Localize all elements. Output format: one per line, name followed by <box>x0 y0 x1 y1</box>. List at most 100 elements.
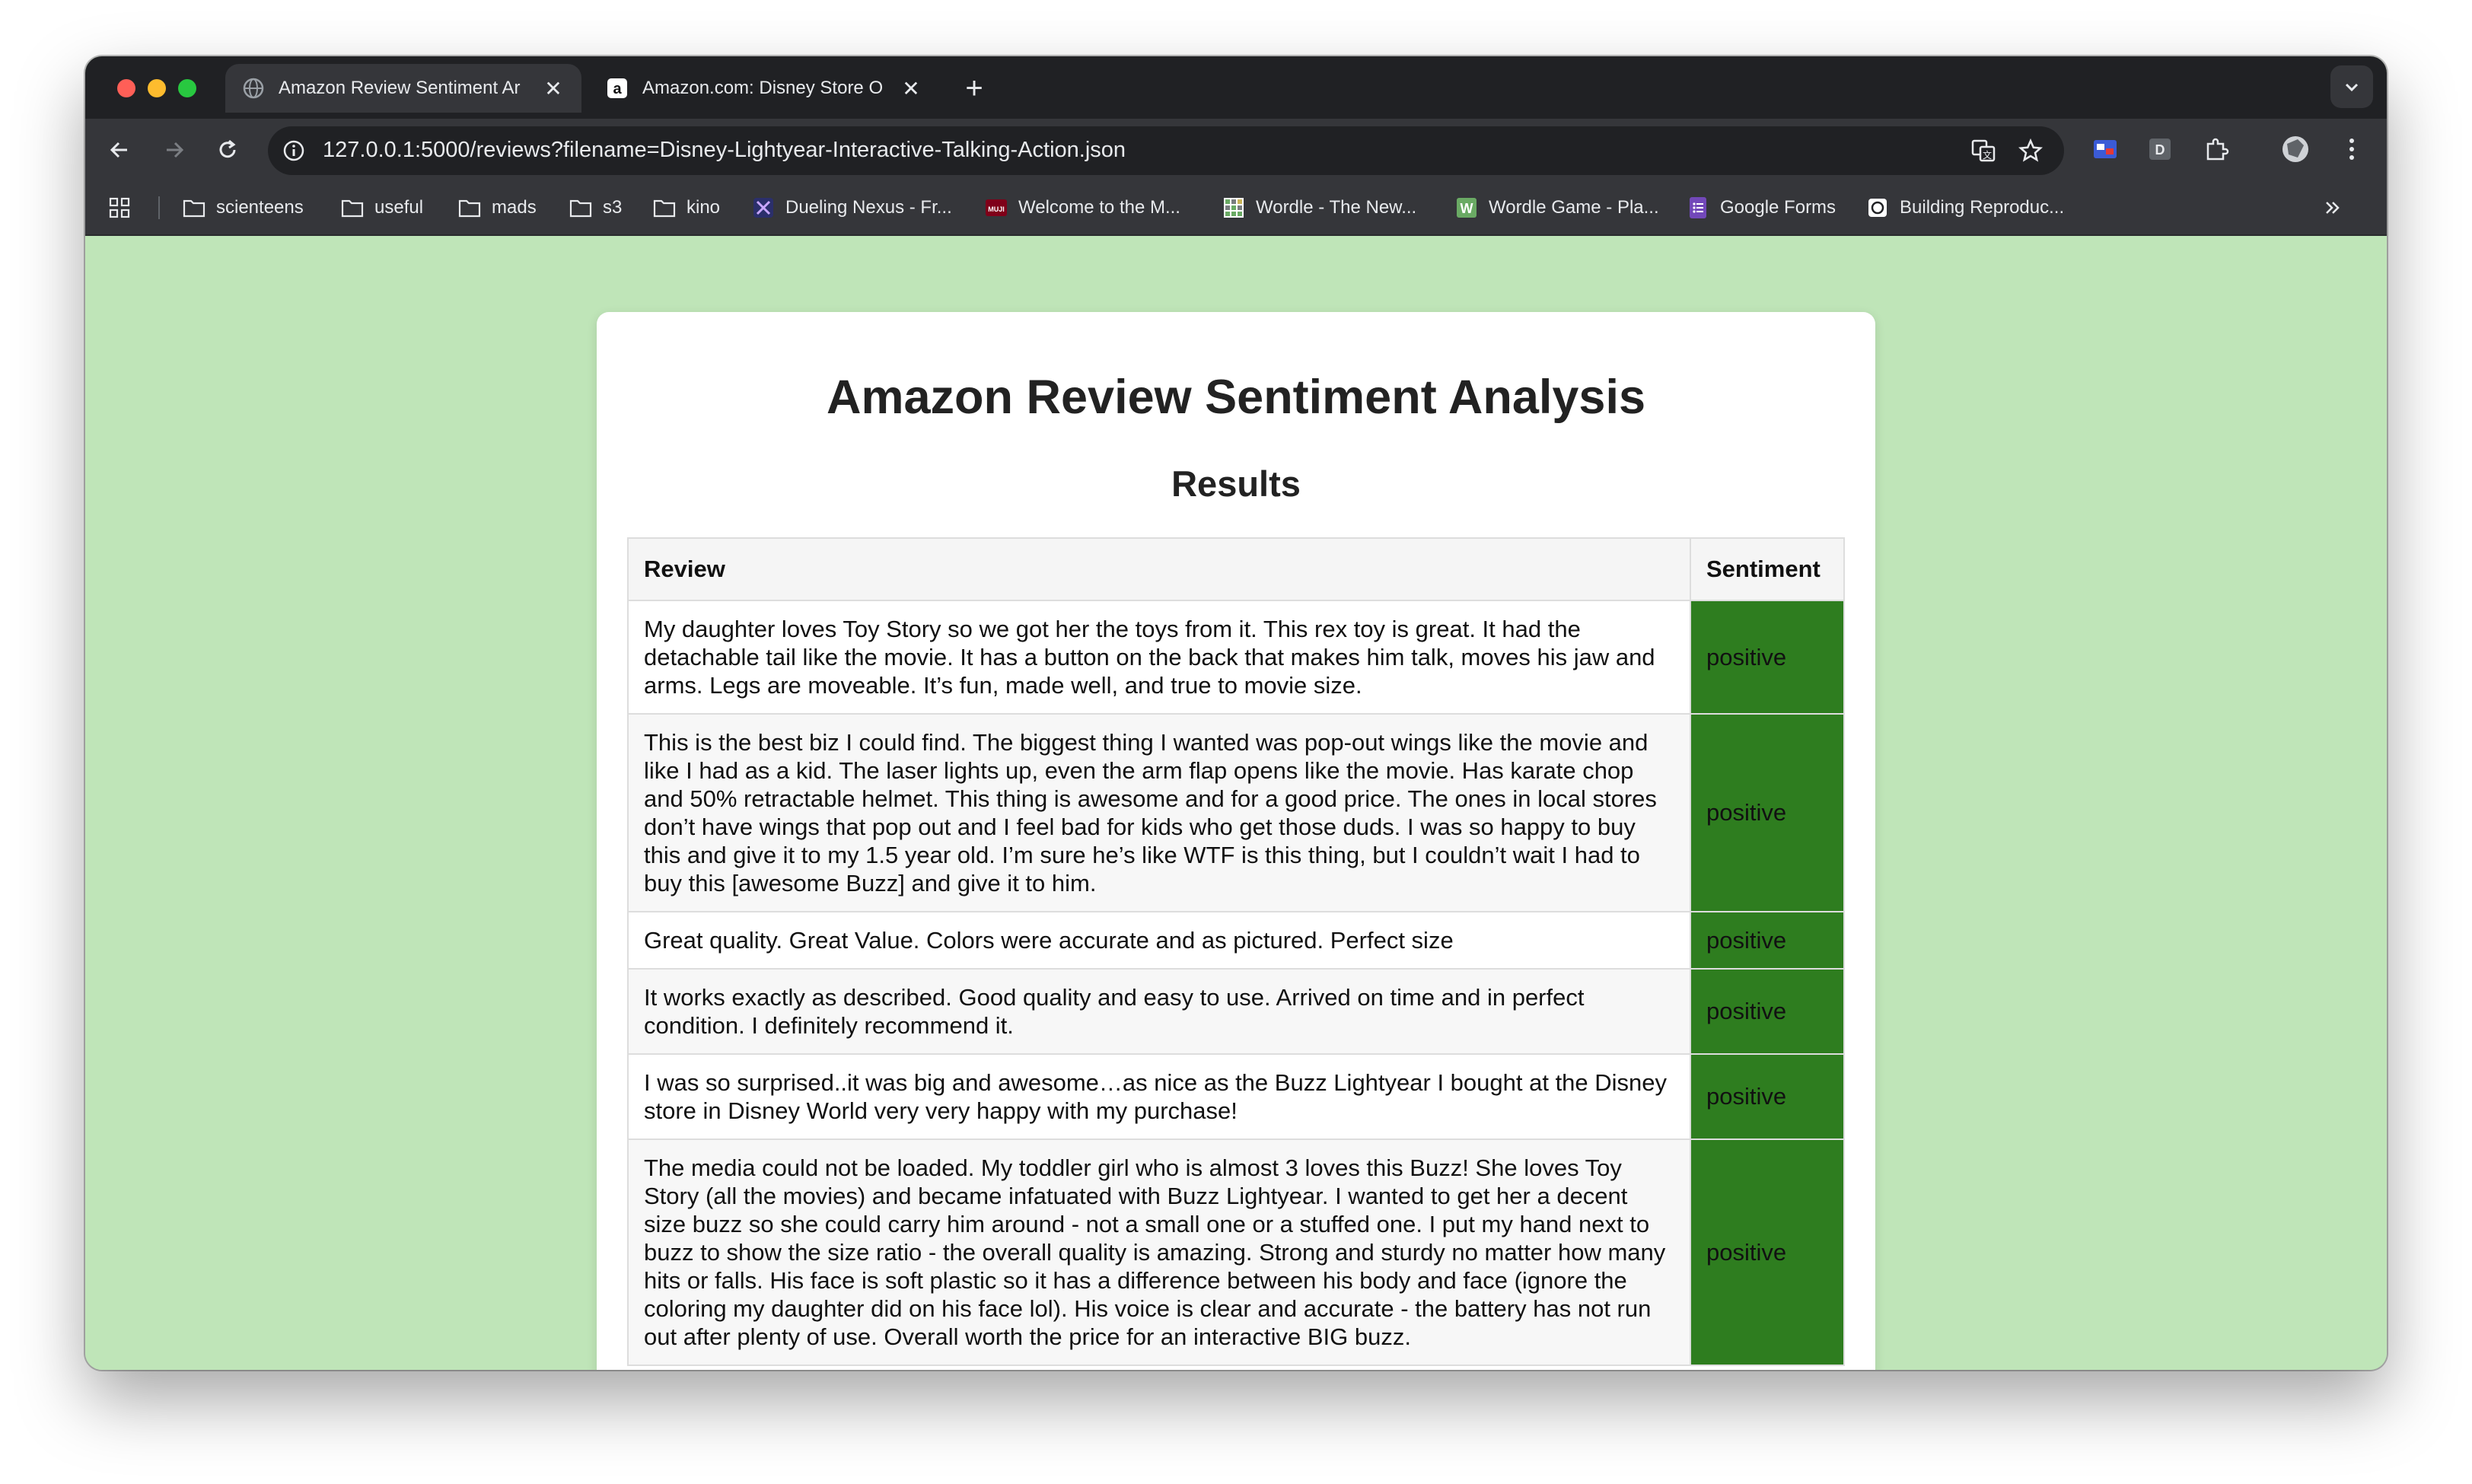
review-cell: It works exactly as described. Good qual… <box>627 968 1691 1055</box>
svg-text:W: W <box>1461 201 1473 216</box>
extension-screen-icon[interactable] <box>2090 134 2120 164</box>
bookmarks-bar: scienteens useful mads s3 kino Dueling N… <box>85 181 2387 236</box>
maximize-window-button[interactable] <box>178 79 196 97</box>
site-info-icon[interactable] <box>280 137 307 164</box>
bookmark-google-forms[interactable]: Google Forms <box>1687 193 1836 222</box>
folder-icon <box>341 196 364 219</box>
reload-icon <box>219 139 236 158</box>
sentiment-cell: positive <box>1690 1053 1845 1140</box>
review-cell: My daughter loves Toy Story so we got he… <box>627 600 1691 715</box>
apps-grid-button[interactable] <box>108 193 131 222</box>
results-card: Amazon Review Sentiment Analysis Results… <box>597 312 1875 1370</box>
table-header-row: Review Sentiment <box>627 537 1845 601</box>
bookmark-star-icon[interactable] <box>2017 137 2044 164</box>
double-chevron-right-icon <box>2326 202 2340 214</box>
folder-icon <box>458 196 481 219</box>
browser-menu-button[interactable] <box>2337 134 2367 164</box>
translate-icon[interactable]: 文 <box>1970 137 1997 164</box>
table-row: I was so surprised..it was big and aweso… <box>627 1053 1845 1140</box>
dueling-nexus-icon <box>752 196 775 219</box>
tab-search-button[interactable] <box>2330 65 2373 108</box>
column-header-sentiment: Sentiment <box>1690 537 1845 601</box>
bookmark-label: Google Forms <box>1720 197 1836 218</box>
wordle-w-icon: W <box>1455 196 1478 219</box>
arrow-right-icon <box>167 142 184 158</box>
svg-text:a: a <box>613 81 622 97</box>
bookmarks-divider <box>158 196 160 219</box>
bookmark-label: Building Reproduc... <box>1900 197 2065 218</box>
bookmark-folder-mads[interactable]: mads <box>458 193 537 222</box>
bookmark-folder-scienteens[interactable]: scienteens <box>183 193 304 222</box>
close-window-button[interactable] <box>117 79 135 97</box>
folder-icon <box>183 196 205 219</box>
page-icon <box>1866 196 1889 219</box>
tab-strip: Amazon Review Sentiment Ar ✕ a Amazon.co… <box>85 56 2387 119</box>
svg-text:MUJI: MUJI <box>988 205 1005 213</box>
column-header-review: Review <box>627 537 1691 601</box>
sentiment-cell: positive <box>1690 713 1845 912</box>
chevron-down-icon <box>2345 83 2359 92</box>
bookmark-label: Wordle - The New... <box>1256 197 1417 218</box>
muji-icon: MUJI <box>985 196 1008 219</box>
more-bookmarks-button[interactable] <box>2323 193 2343 222</box>
bookmark-wordle-nyt[interactable]: Wordle - The New... <box>1222 193 1416 222</box>
bookmark-folder-kino[interactable]: kino <box>653 193 720 222</box>
folder-icon <box>653 196 676 219</box>
google-forms-icon <box>1687 196 1709 219</box>
new-tab-button[interactable]: + <box>956 70 992 107</box>
table-row: It works exactly as described. Good qual… <box>627 968 1845 1055</box>
tab-review-analysis[interactable]: Amazon Review Sentiment Ar ✕ <box>225 64 581 113</box>
extension-d-icon[interactable]: D <box>2145 134 2175 164</box>
bookmark-muji[interactable]: MUJI Welcome to the M... <box>985 193 1180 222</box>
table-row: My daughter loves Toy Story so we got he… <box>627 600 1845 715</box>
sentiment-cell: positive <box>1690 968 1845 1055</box>
url-text: 127.0.0.1:5000/reviews?filename=Disney-L… <box>323 138 1126 162</box>
browser-toolbar: 127.0.0.1:5000/reviews?filename=Disney-L… <box>85 119 2387 181</box>
review-cell: Great quality. Great Value. Colors were … <box>627 911 1691 970</box>
apps-grid-icon <box>109 197 130 218</box>
svg-text:文: 文 <box>1983 149 1992 161</box>
bookmark-dueling-nexus[interactable]: Dueling Nexus - Fr... <box>752 193 952 222</box>
back-button[interactable] <box>104 134 135 166</box>
address-bar[interactable]: 127.0.0.1:5000/reviews?filename=Disney-L… <box>268 126 2064 175</box>
tab-title: Amazon.com: Disney Store O <box>642 78 884 98</box>
reload-button[interactable] <box>212 134 244 166</box>
results-heading: Results <box>1171 463 1301 504</box>
close-tab-icon[interactable]: ✕ <box>900 76 922 101</box>
page-viewport: Amazon Review Sentiment Analysis Results… <box>85 236 2387 1370</box>
extensions-puzzle-icon[interactable] <box>2201 134 2231 164</box>
wordle-grid-icon <box>1222 196 1245 219</box>
svg-text:D: D <box>2155 142 2165 158</box>
bookmark-label: useful <box>374 197 424 218</box>
minimize-window-button[interactable] <box>148 79 166 97</box>
globe-icon <box>242 77 265 100</box>
sentiment-cell: positive <box>1690 1138 1845 1366</box>
forward-button[interactable] <box>158 134 190 166</box>
tab-amazon[interactable]: a Amazon.com: Disney Store O ✕ <box>589 64 939 113</box>
tab-title: Amazon Review Sentiment Ar <box>279 78 521 98</box>
bookmark-label: scienteens <box>216 197 304 218</box>
bookmark-building-reproducible[interactable]: Building Reproduc... <box>1866 193 2064 222</box>
page-title: Amazon Review Sentiment Analysis <box>827 371 1645 424</box>
kebab-menu-icon <box>2349 139 2354 160</box>
arrow-left-icon <box>110 142 127 158</box>
bookmark-label: Welcome to the M... <box>1018 197 1180 218</box>
bookmark-label: mads <box>492 197 537 218</box>
sentiment-cell: positive <box>1690 600 1845 715</box>
bookmark-label: Wordle Game - Pla... <box>1489 197 1659 218</box>
table-row: Great quality. Great Value. Colors were … <box>627 911 1845 970</box>
folder-icon <box>569 196 592 219</box>
browser-window: Amazon Review Sentiment Ar ✕ a Amazon.co… <box>85 56 2387 1370</box>
bookmark-wordle-game[interactable]: W Wordle Game - Pla... <box>1455 193 1659 222</box>
table-row: This is the best biz I could find. The b… <box>627 713 1845 912</box>
bookmark-folder-s3[interactable]: s3 <box>569 193 622 222</box>
close-tab-icon[interactable]: ✕ <box>542 76 565 101</box>
table-row: The media could not be loaded. My toddle… <box>627 1138 1845 1366</box>
review-cell: The media could not be loaded. My toddle… <box>627 1138 1691 1366</box>
profile-avatar[interactable] <box>2280 134 2311 164</box>
results-table: Review Sentiment My daughter loves Toy S… <box>627 537 1845 1366</box>
bookmark-label: kino <box>686 197 721 218</box>
bookmark-label: Dueling Nexus - Fr... <box>785 197 952 218</box>
bookmark-folder-useful[interactable]: useful <box>341 193 423 222</box>
sentiment-cell: positive <box>1690 911 1845 970</box>
